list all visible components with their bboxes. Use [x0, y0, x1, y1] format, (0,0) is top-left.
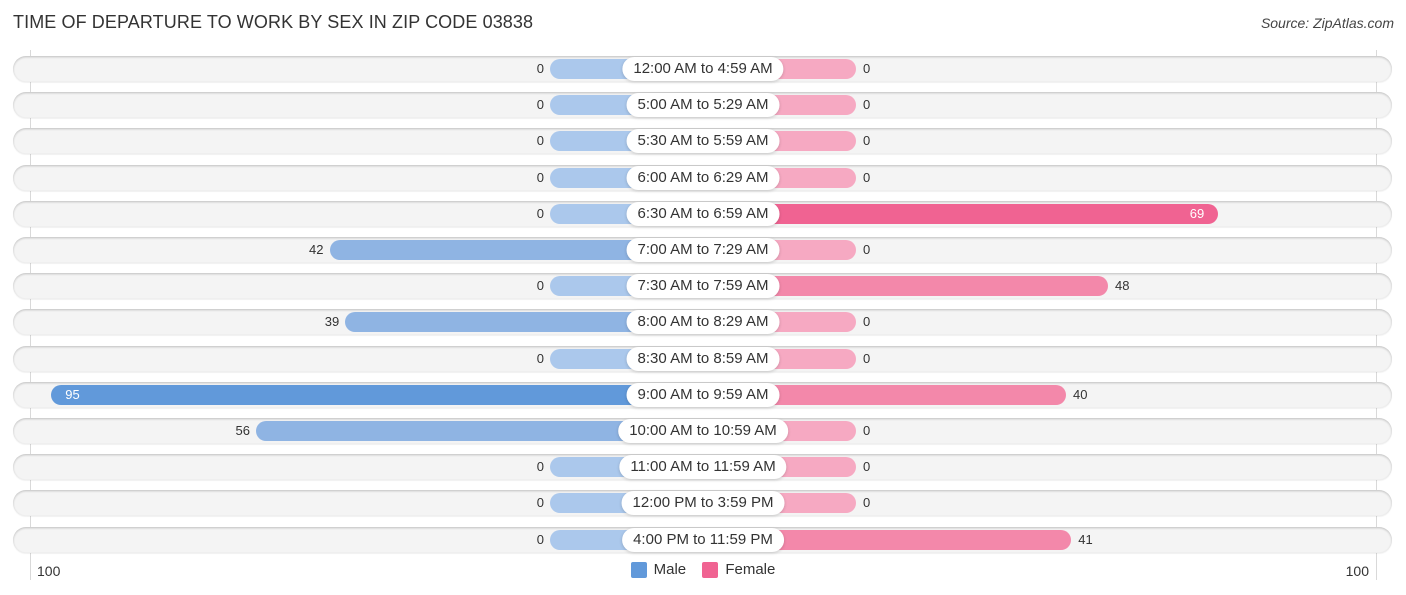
- category-label: 8:00 AM to 8:29 AM: [626, 310, 780, 334]
- legend-swatch-male: [630, 561, 647, 578]
- value-label-male: 95: [65, 387, 80, 402]
- category-label: 11:00 AM to 11:59 AM: [619, 455, 787, 479]
- value-label-female: 0: [863, 97, 871, 112]
- chart-plot-area: 0 0 12:00 AM to 4:59 AM 0 0 5:00 AM to 5:29 A…: [0, 0, 1406, 595]
- bar-male[interactable]: [51, 385, 703, 405]
- value-label-female: 0: [863, 495, 871, 510]
- category-label: 6:30 AM to 6:59 AM: [626, 202, 780, 226]
- value-label-female: 0: [863, 314, 871, 329]
- legend-item-female[interactable]: Female: [702, 561, 775, 578]
- category-label: 7:00 AM to 7:29 AM: [626, 238, 780, 262]
- value-label-female: 48: [1115, 278, 1130, 293]
- legend: Male Female: [0, 561, 1406, 582]
- value-label-male: 0: [536, 97, 544, 112]
- value-label-male: 0: [536, 532, 544, 547]
- value-label-male: 0: [536, 61, 544, 76]
- category-label: 8:30 AM to 8:59 AM: [626, 347, 780, 371]
- category-label: 5:00 AM to 5:29 AM: [626, 93, 780, 117]
- value-label-female: 0: [863, 61, 871, 76]
- value-label-female: 0: [863, 423, 871, 438]
- value-label-female: 0: [863, 242, 871, 257]
- value-label-female: 0: [863, 133, 871, 148]
- value-label-male: 0: [536, 206, 544, 221]
- value-label-male: 0: [536, 278, 544, 293]
- value-label-female: 0: [863, 459, 871, 474]
- legend-label-male: Male: [653, 561, 687, 578]
- category-label: 12:00 AM to 4:59 AM: [622, 57, 784, 81]
- category-label: 6:00 AM to 6:29 AM: [626, 166, 780, 190]
- category-label: 5:30 AM to 5:59 AM: [626, 129, 780, 153]
- value-label-female: 69: [1189, 206, 1205, 221]
- value-label-female: 0: [863, 170, 871, 185]
- legend-label-female: Female: [725, 561, 776, 578]
- value-label-female: 40: [1073, 387, 1088, 402]
- value-label-male: 0: [536, 351, 544, 366]
- category-label: 4:00 PM to 11:59 PM: [622, 528, 784, 552]
- category-label: 12:00 PM to 3:59 PM: [621, 491, 785, 515]
- category-label: 9:00 AM to 9:59 AM: [626, 383, 780, 407]
- legend-item-male[interactable]: Male: [630, 561, 687, 578]
- value-label-male: 0: [536, 170, 544, 185]
- category-label: 10:00 AM to 10:59 AM: [618, 419, 788, 443]
- value-label-female: 41: [1078, 532, 1093, 547]
- value-label-male: 0: [536, 133, 544, 148]
- value-label-male: 56: [235, 423, 250, 438]
- value-label-male: 0: [536, 495, 544, 510]
- category-label: 7:30 AM to 7:59 AM: [626, 274, 780, 298]
- value-label-male: 39: [324, 314, 340, 329]
- value-label-male: 42: [309, 242, 324, 257]
- bar-female[interactable]: [703, 204, 1219, 224]
- value-label-male: 0: [536, 459, 544, 474]
- value-label-female: 0: [863, 351, 871, 366]
- legend-swatch-female: [702, 561, 719, 578]
